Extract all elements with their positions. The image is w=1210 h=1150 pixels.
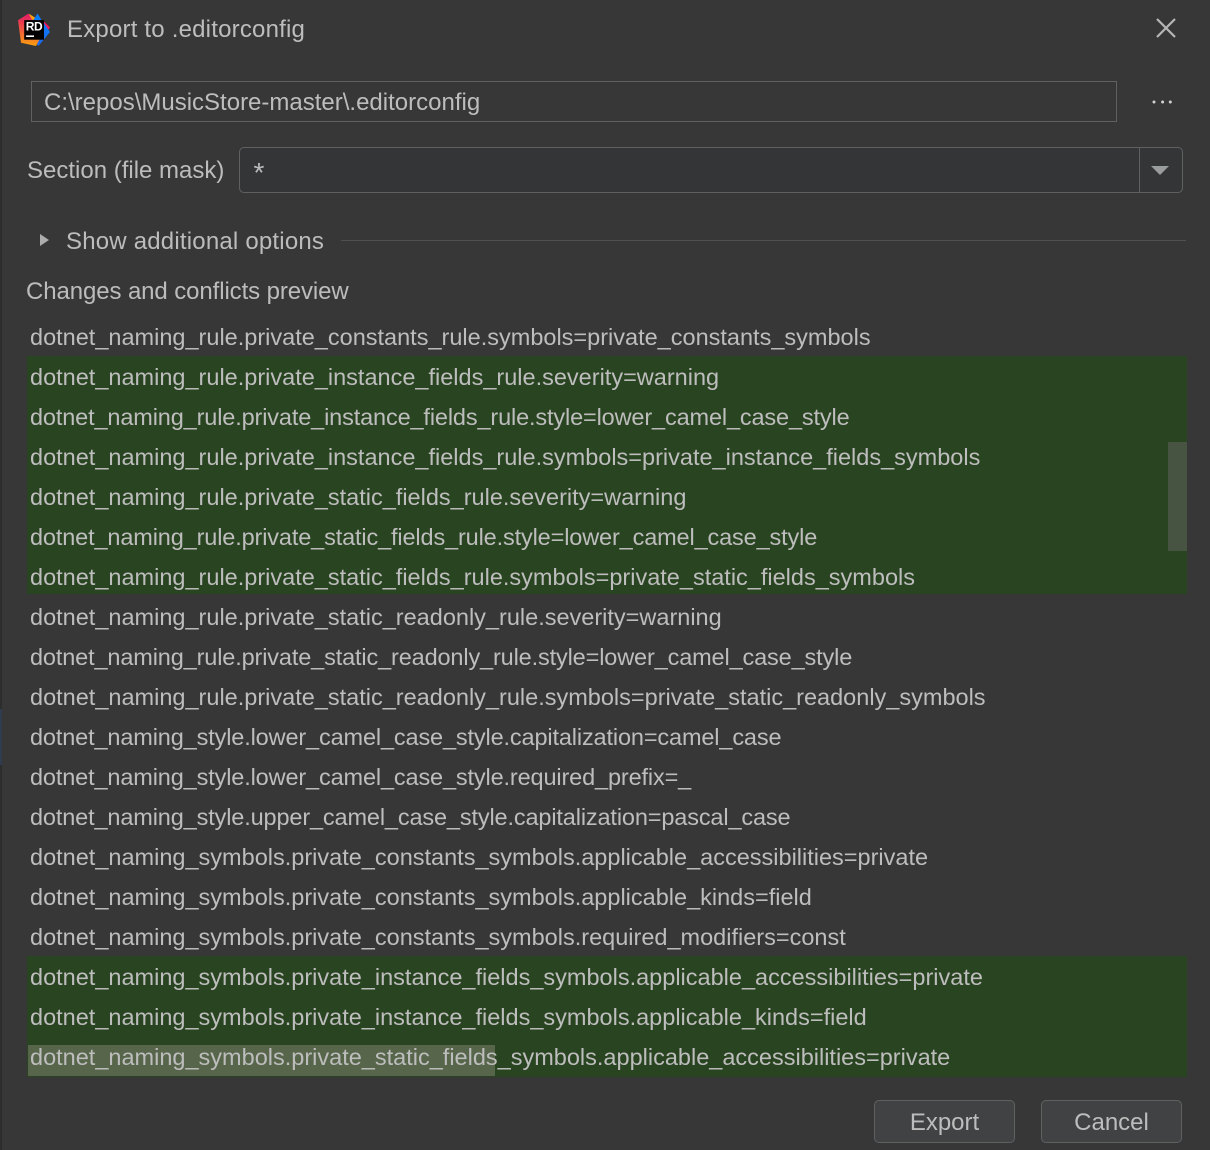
svg-text:RD: RD: [26, 19, 43, 33]
